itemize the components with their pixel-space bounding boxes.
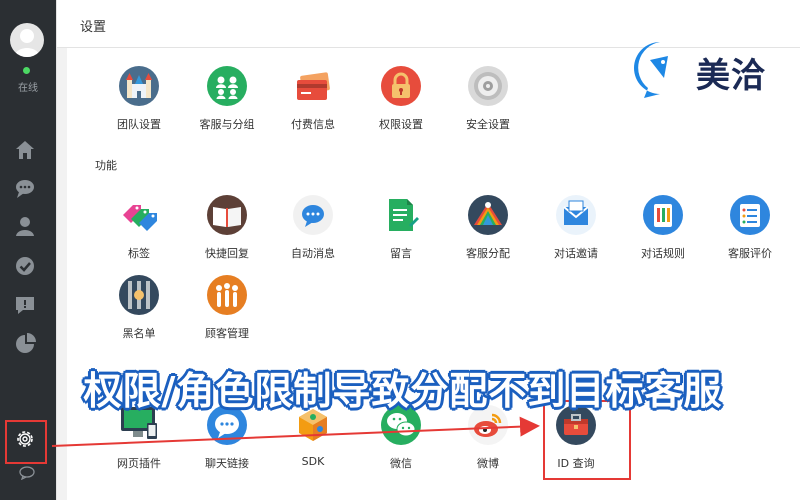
page-title: 设置 [80,20,107,35]
brand-name: 美洽 [696,56,766,96]
tile-label: 团队设置 [117,118,161,131]
tile-security-settings[interactable]: 安全设置 [443,66,533,146]
tile-chat-invitation[interactable]: 对话邀请 [531,195,621,275]
tile-customer-management[interactable]: 顾客管理 [182,275,272,355]
home-icon[interactable] [14,139,36,161]
rules-icon [643,195,683,235]
tile-label: SDK [301,455,325,468]
tile-blacklist[interactable]: 黑名单 [94,275,184,355]
credit-card-icon [293,66,333,106]
tile-wechat[interactable]: 微信 [356,405,446,485]
tile-team-settings[interactable]: 团队设置 [94,66,184,146]
tile-label: 客服评价 [728,247,772,260]
tile-label: 网页插件 [117,457,161,470]
tile-sdk[interactable]: SDK [268,405,358,485]
tile-label: 客服与分组 [199,118,255,131]
castle-icon [119,66,159,106]
tile-label: 安全设置 [466,118,510,131]
tile-label: 黑名单 [122,327,156,340]
tile-payment-info[interactable]: 付费信息 [268,66,358,146]
rating-icon [730,195,770,235]
distribution-icon [468,195,508,235]
pie-chart-icon[interactable] [14,333,36,355]
chat-bubble-icon[interactable] [14,177,36,199]
tile-auto-message[interactable]: 自动消息 [268,195,358,275]
content-gutter [57,48,67,500]
gear-icon[interactable] [13,427,37,451]
tags-icon [119,195,159,235]
tile-label: 自动消息 [291,247,335,260]
message-alert-icon[interactable] [14,294,36,316]
tile-label: 标签 [128,247,150,260]
tile-label: 微博 [477,457,499,470]
tile-web-plugin[interactable]: 网页插件 [94,405,184,485]
tile-label: 快捷回复 [205,247,249,260]
tile-tags[interactable]: 标签 [94,195,184,275]
safe-icon [468,66,508,106]
people-group-icon [207,66,247,106]
tile-agent-distribution[interactable]: 客服分配 [443,195,533,275]
user-icon[interactable] [14,215,36,237]
tile-leave-message[interactable]: 留言 [356,195,446,275]
tile-label: 权限设置 [379,118,423,131]
tile-label: 对话邀请 [554,247,598,260]
tile-label: 顾客管理 [205,327,249,340]
invite-mail-icon [556,195,596,235]
meiqia-logo-icon [634,42,680,98]
tile-label: 付费信息 [291,118,335,131]
lock-icon [381,66,421,106]
annotation-banner: 权限/角色限制导致分配不到目标客服 [83,369,723,413]
online-status-dot [23,67,30,74]
customer-management-icon [207,275,247,315]
book-icon [207,195,247,235]
settings-page: 在线 设置 美洽 功能 团队设置 客服与分组 付费信息 权限设置 安全设置 标签… [0,0,800,500]
auto-message-icon [293,195,333,235]
tile-quick-reply[interactable]: 快捷回复 [182,195,272,275]
avatar[interactable] [10,23,44,57]
tile-chat-link[interactable]: 聊天链接 [182,405,272,485]
online-status-label: 在线 [18,83,38,94]
tile-label: 客服分配 [466,247,510,260]
tile-weibo[interactable]: 微博 [443,405,533,485]
tile-label: 留言 [390,247,412,260]
tile-label: 聊天链接 [205,457,249,470]
note-icon [381,195,421,235]
sidebar: 在线 [0,0,56,500]
chat-outline-icon[interactable] [18,465,36,481]
tile-chat-rules[interactable]: 对话规则 [618,195,708,275]
blacklist-icon [119,275,159,315]
tile-label: 对话规则 [641,247,685,260]
brand-logo: 美洽 [630,38,780,100]
tile-label: 微信 [390,457,412,470]
section-title-features: 功能 [95,159,117,172]
check-circle-icon[interactable] [14,255,36,277]
tile-agent-rating[interactable]: 客服评价 [705,195,795,275]
tile-permission-settings[interactable]: 权限设置 [356,66,446,146]
tile-agents-groups[interactable]: 客服与分组 [182,66,272,146]
